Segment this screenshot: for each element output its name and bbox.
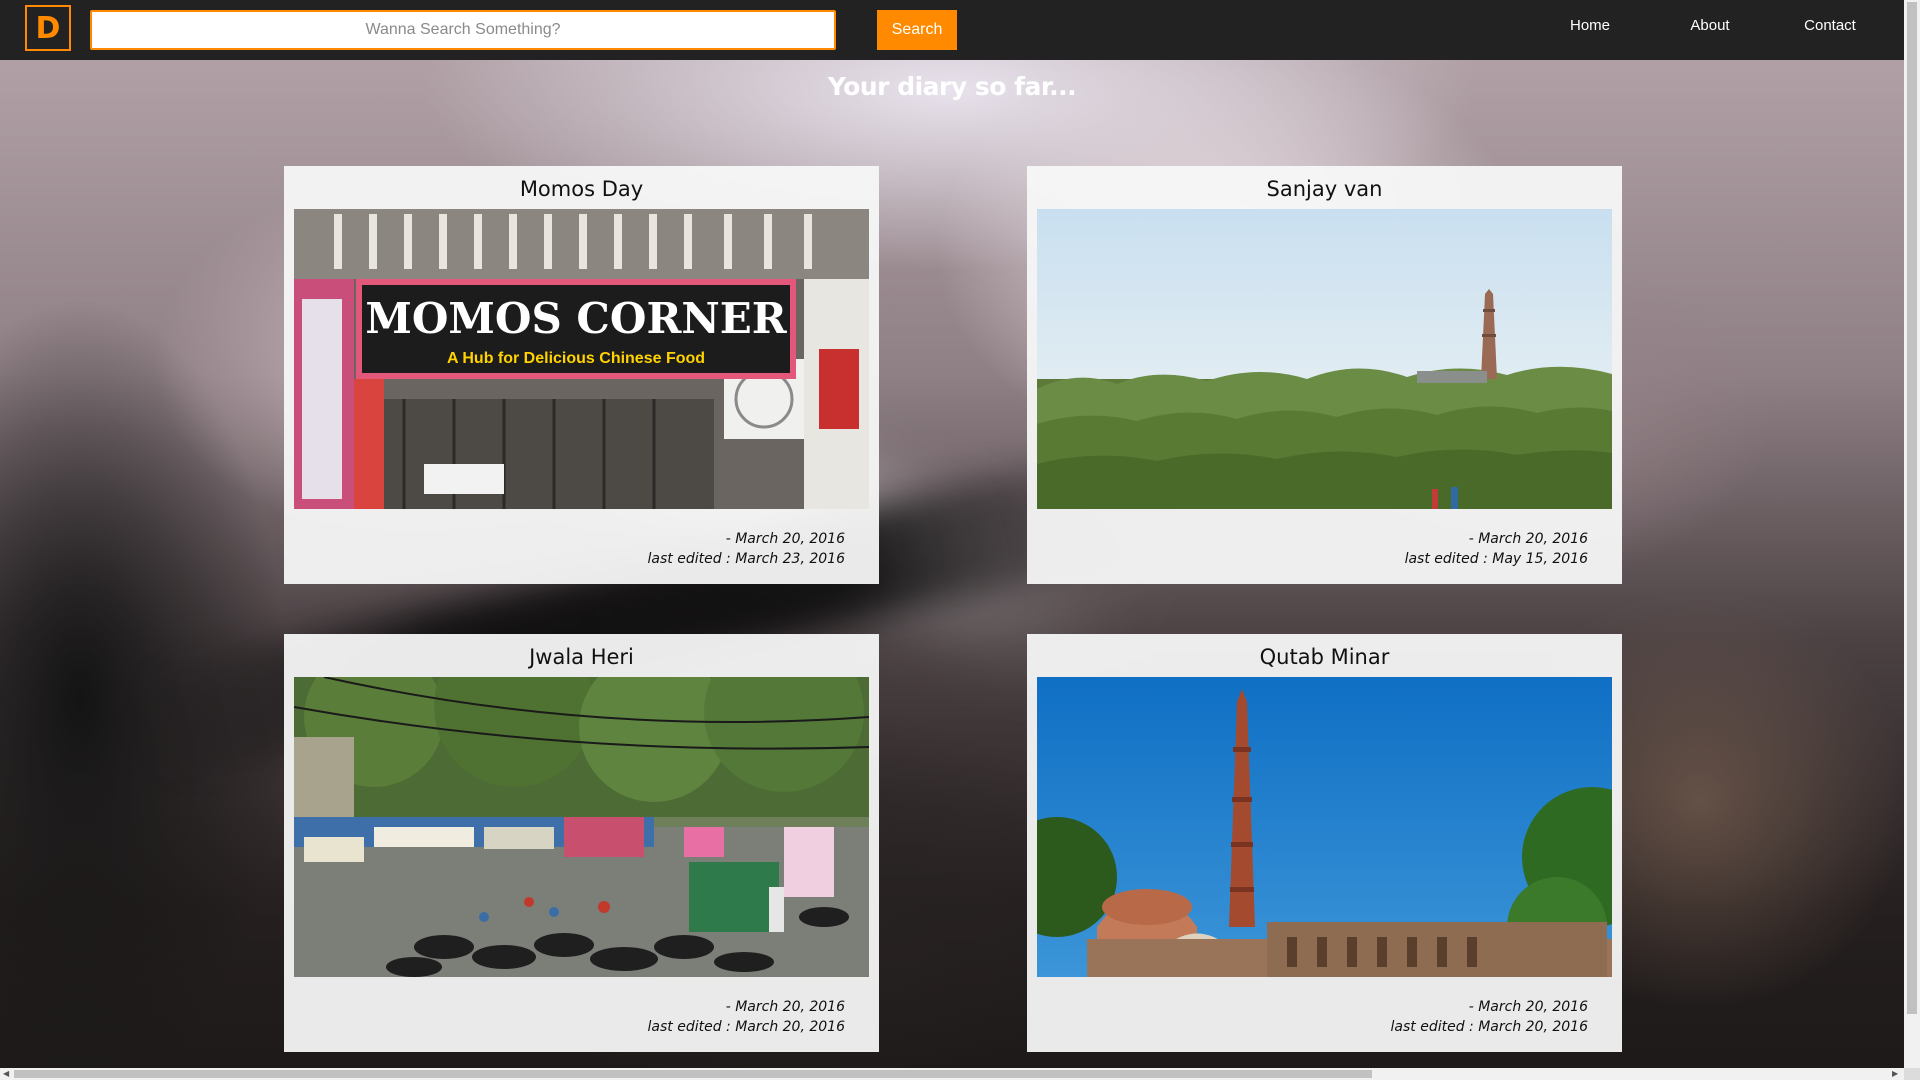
scroll-right-arrow-icon[interactable]: ▶ [1892,1068,1898,1080]
created-date: - March 20, 2016 [725,531,845,547]
horizontal-scrollbar-thumb[interactable] [14,1070,1372,1078]
nav-link-about[interactable]: About [1650,0,1770,52]
nav-links: Home About Contact [1530,0,1890,52]
scroll-left-arrow-icon[interactable]: ◀ [3,1068,9,1080]
created-date: - March 20, 2016 [1468,531,1588,547]
created-date: - March 20, 2016 [1468,999,1588,1015]
horizontal-scrollbar[interactable]: ◀ ▶ [0,1068,1904,1080]
jwala-heri-market-photo[interactable] [294,677,869,977]
nav-link-home[interactable]: Home [1530,0,1650,52]
card-title[interactable]: Sanjay van [1037,176,1612,209]
logo[interactable]: D [25,5,71,51]
last-edited-date: last edited : May 15, 2016 [1404,551,1588,567]
card-dates: - March 20, 2016 last edited : May 15, 2… [1037,529,1612,569]
card-title[interactable]: Momos Day [294,176,869,209]
vertical-scrollbar[interactable] [1904,0,1920,1068]
sanjay-van-forest-photo[interactable] [1037,209,1612,509]
card-title[interactable]: Qutab Minar [1037,644,1612,677]
page-title: Your diary so far... [827,72,1077,101]
last-edited-date: last edited : March 20, 2016 [1390,1019,1588,1035]
card-dates: - March 20, 2016 last edited : March 20,… [294,997,869,1037]
last-edited-date: last edited : March 23, 2016 [647,551,845,567]
diary-card[interactable]: Momos Day MOMOS CORNER A Hub for Delicio… [284,166,879,584]
navbar: D Search Home About Contact [0,0,1904,60]
nav-link-contact[interactable]: Contact [1770,0,1890,52]
diary-card[interactable]: Sanjay van - March 20, 2016 last edited … [1027,166,1622,584]
card-dates: - March 20, 2016 last edited : March 23,… [294,529,869,569]
last-edited-date: last edited : March 20, 2016 [647,1019,845,1035]
vertical-scrollbar-thumb[interactable] [1907,2,1917,1014]
svg-text:A Hub for Delicious Chinese Fo: A Hub for Delicious Chinese Food [447,350,705,367]
diary-card[interactable]: Qutab Minar - March 20, 2016 last edited… [1027,634,1622,1052]
qutab-minar-photo[interactable] [1037,677,1612,977]
momos-corner-shop-photo[interactable]: MOMOS CORNER A Hub for Delicious Chinese… [294,209,869,509]
search-button[interactable]: Search [877,10,957,50]
card-title[interactable]: Jwala Heri [294,644,869,677]
search-input[interactable] [90,10,836,50]
svg-text:MOMOS CORNER: MOMOS CORNER [365,294,787,343]
created-date: - March 20, 2016 [725,999,845,1015]
scrollbar-corner [1904,1068,1920,1080]
card-dates: - March 20, 2016 last edited : March 20,… [1037,997,1612,1037]
diary-card[interactable]: Jwala Heri - March 20, 2016 last edited … [284,634,879,1052]
